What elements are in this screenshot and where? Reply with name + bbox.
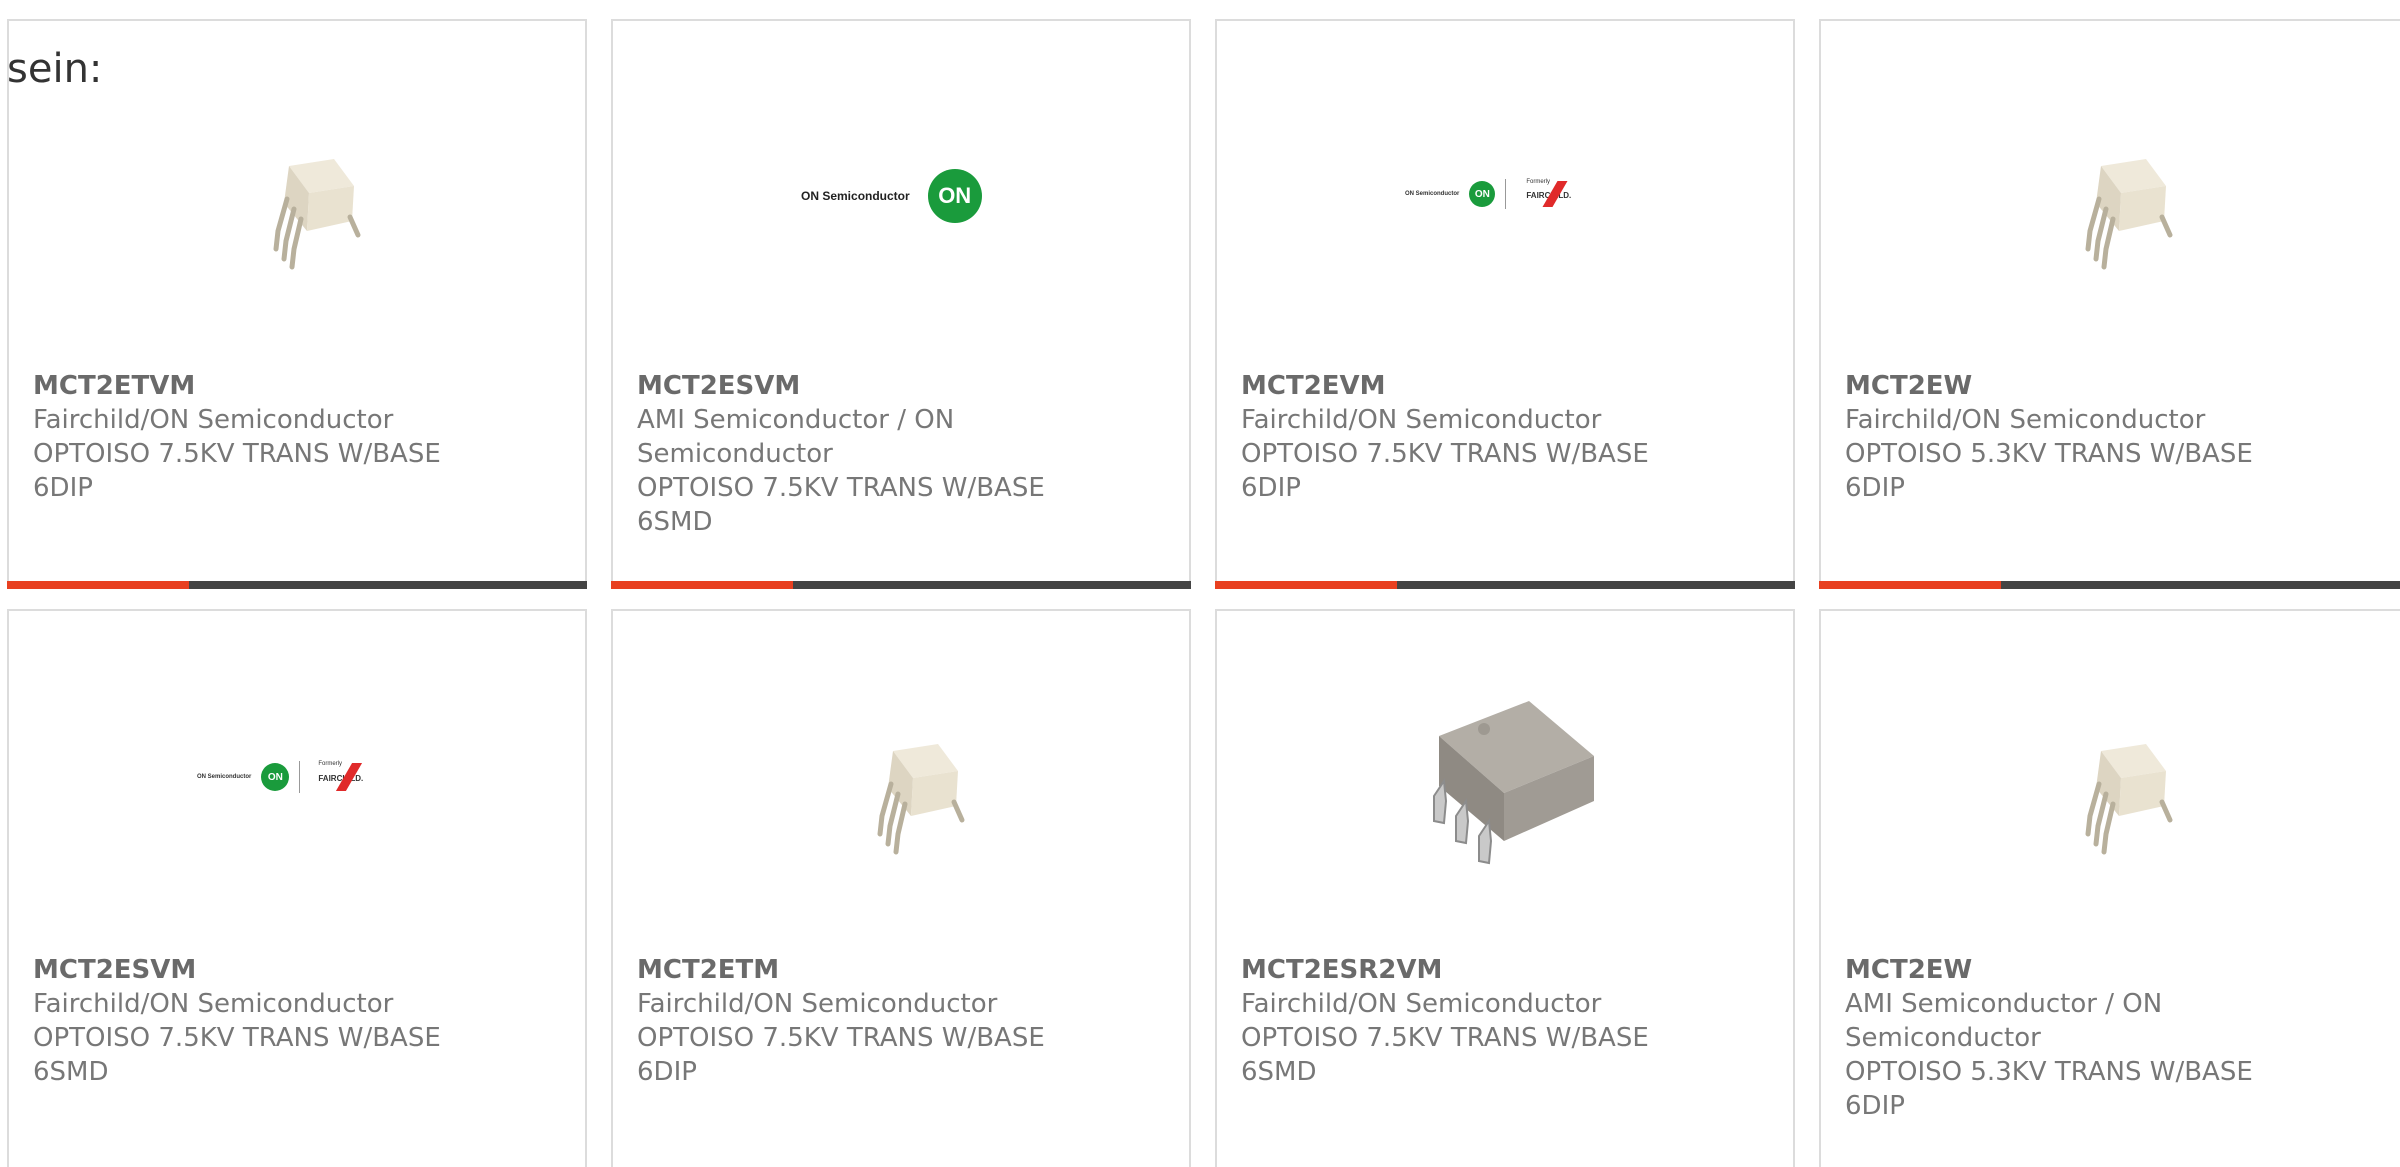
product-info: MCT2EW Fairchild/ON Semiconductor OPTOIS… <box>1845 369 2275 505</box>
product-card[interactable]: MCT2ETM Fairchild/ON Semiconductor OPTOI… <box>611 609 1191 1167</box>
manufacturer: Fairchild/ON Semiconductor <box>1241 405 1602 435</box>
package: 6SMD <box>33 1057 109 1087</box>
product-card[interactable]: ON Semiconductor ON Formerly FAIRCHILD. … <box>7 609 587 1167</box>
part-number[interactable]: MCT2ESR2VM <box>1241 953 1671 987</box>
manufacturer: AMI Semiconductor / ON <box>1845 989 2163 1019</box>
part-number[interactable]: MCT2ESVM <box>637 369 1067 403</box>
product-card[interactable]: MCT2EW AMI Semiconductor / ON Semiconduc… <box>1819 609 2400 1167</box>
accent-stripe <box>1819 581 2001 589</box>
on-logo-icon: ON <box>261 763 290 791</box>
manufacturer: Fairchild/ON Semiconductor <box>637 989 998 1019</box>
description: OPTOISO 7.5KV TRANS W/BASE <box>1241 439 1649 469</box>
part-number[interactable]: MCT2ETM <box>637 953 1067 987</box>
product-image <box>1821 21 2400 351</box>
part-number[interactable]: MCT2ESVM <box>33 953 463 987</box>
on-fairchild-logo: ON Semiconductor ON Formerly FAIRCHILD. <box>197 761 390 793</box>
product-info: MCT2ESVM Fairchild/ON Semiconductor OPTO… <box>33 953 463 1089</box>
logo-text: ON Semiconductor <box>801 189 910 203</box>
description: OPTOISO 5.3KV TRANS W/BASE <box>1845 1057 2253 1087</box>
formerly-text: Formerly <box>318 761 343 767</box>
package: 6DIP <box>1845 473 1905 503</box>
part-number[interactable]: MCT2EW <box>1845 369 2275 403</box>
manufacturer-cont: Semiconductor <box>637 439 833 469</box>
product-info: MCT2EW AMI Semiconductor / ON Semiconduc… <box>1845 953 2275 1123</box>
manufacturer: Fairchild/ON Semiconductor <box>1241 989 1602 1019</box>
product-info: MCT2ETVM Fairchild/ON Semiconductor OPTO… <box>33 369 463 505</box>
product-card[interactable]: MCT2EW Fairchild/ON Semiconductor OPTOIS… <box>1819 19 2400 589</box>
manufacturer: Fairchild/ON Semiconductor <box>33 989 394 1019</box>
card-bottom-bar <box>1215 581 1795 589</box>
part-number[interactable]: MCT2EW <box>1845 953 2275 987</box>
dip6-chip-icon <box>2085 744 2173 855</box>
manufacturer: Fairchild/ON Semiconductor <box>1845 405 2206 435</box>
product-info: MCT2ETM Fairchild/ON Semiconductor OPTOI… <box>637 953 1067 1089</box>
on-semiconductor-logo: ON Semiconductor ON <box>801 169 982 223</box>
accent-stripe <box>1215 581 1397 589</box>
package: 6DIP <box>637 1057 697 1087</box>
product-image <box>1821 611 2400 941</box>
logo-text: ON Semiconductor <box>197 774 252 780</box>
description: OPTOISO 5.3KV TRANS W/BASE <box>1845 439 2253 469</box>
smd6-chip-icon <box>1404 681 1614 886</box>
description: OPTOISO 7.5KV TRANS W/BASE <box>637 473 1045 503</box>
product-image <box>1217 611 1793 941</box>
formerly-text: Formerly <box>1526 179 1551 185</box>
card-bottom-bar <box>611 581 1191 589</box>
product-image: ON Semiconductor ON Formerly FAIRCHILD. <box>9 611 585 941</box>
part-number[interactable]: MCT2EVM <box>1241 369 1671 403</box>
product-card[interactable]: ON Semiconductor ON Formerly FAIRCHILD. … <box>1215 19 1795 589</box>
description: OPTOISO 7.5KV TRANS W/BASE <box>637 1023 1045 1053</box>
on-logo-icon: ON <box>1469 181 1496 207</box>
product-info: MCT2EVM Fairchild/ON Semiconductor OPTOI… <box>1241 369 1671 505</box>
intro-text: sein: <box>7 46 103 92</box>
product-image <box>613 611 1189 941</box>
description: OPTOISO 7.5KV TRANS W/BASE <box>33 1023 441 1053</box>
on-fairchild-logo: ON Semiconductor ON Formerly FAIRCHILD. <box>1405 179 1596 209</box>
part-number[interactable]: MCT2ETVM <box>33 369 463 403</box>
product-info: MCT2ESVM AMI Semiconductor / ON Semicond… <box>637 369 1067 539</box>
logo-divider <box>1505 179 1507 209</box>
description: OPTOISO 7.5KV TRANS W/BASE <box>33 439 441 469</box>
package: 6DIP <box>1241 473 1301 503</box>
logo-divider <box>299 761 301 793</box>
product-info: MCT2ESR2VM Fairchild/ON Semiconductor OP… <box>1241 953 1671 1089</box>
card-bottom-bar <box>7 581 587 589</box>
package: 6SMD <box>1241 1057 1317 1087</box>
manufacturer: Fairchild/ON Semiconductor <box>33 405 394 435</box>
product-image: ON Semiconductor ON Formerly FAIRCHILD. <box>1217 21 1793 351</box>
accent-stripe <box>611 581 793 589</box>
package: 6SMD <box>637 507 713 537</box>
fairchild-logo: Formerly FAIRCHILD. <box>1516 179 1596 209</box>
dip6-chip-icon <box>877 744 965 855</box>
description: OPTOISO 7.5KV TRANS W/BASE <box>1241 1023 1649 1053</box>
product-card[interactable]: ON Semiconductor ON MCT2ESVM AMI Semicon… <box>611 19 1191 589</box>
fairchild-logo: Formerly FAIRCHILD. <box>310 761 390 793</box>
card-bottom-bar <box>1819 581 2400 589</box>
manufacturer: AMI Semiconductor / ON <box>637 405 955 435</box>
package: 6DIP <box>1845 1091 1905 1121</box>
dip6-chip-icon <box>2085 159 2173 270</box>
package: 6DIP <box>33 473 93 503</box>
product-grid-page: sein: MCT2ETVM Fairchild/ON Semiconducto… <box>0 0 2400 1167</box>
dip6-chip-icon <box>273 159 361 270</box>
accent-stripe <box>7 581 189 589</box>
logo-text: ON Semiconductor <box>1405 191 1460 197</box>
on-logo-icon: ON <box>927 169 982 223</box>
product-card[interactable]: MCT2ETVM Fairchild/ON Semiconductor OPTO… <box>7 19 587 589</box>
product-card[interactable]: MCT2ESR2VM Fairchild/ON Semiconductor OP… <box>1215 609 1795 1167</box>
product-image: ON Semiconductor ON <box>613 21 1189 351</box>
manufacturer-cont: Semiconductor <box>1845 1023 2041 1053</box>
